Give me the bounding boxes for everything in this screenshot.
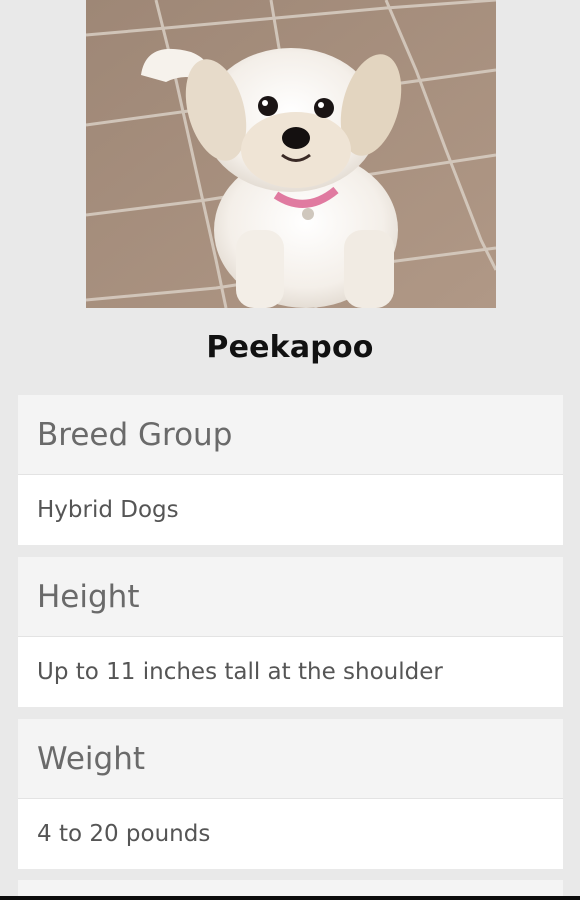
detail-label: Weight — [18, 719, 563, 799]
dog-photo — [86, 0, 496, 308]
dog-photo-image — [86, 0, 496, 308]
detail-value: Up to 11 inches tall at the shoulder — [18, 637, 563, 707]
bottom-edge-bar — [0, 896, 580, 900]
detail-card-breed-group: Breed Group Hybrid Dogs — [18, 395, 563, 545]
breed-title: Peekapoo — [206, 330, 374, 365]
detail-card-weight: Weight 4 to 20 pounds — [18, 719, 563, 869]
detail-value: Hybrid Dogs — [18, 475, 563, 545]
detail-value: 4 to 20 pounds — [18, 799, 563, 869]
detail-label: Breed Group — [18, 395, 563, 475]
detail-label: Height — [18, 557, 563, 637]
detail-card-height: Height Up to 11 inches tall at the shoul… — [18, 557, 563, 707]
